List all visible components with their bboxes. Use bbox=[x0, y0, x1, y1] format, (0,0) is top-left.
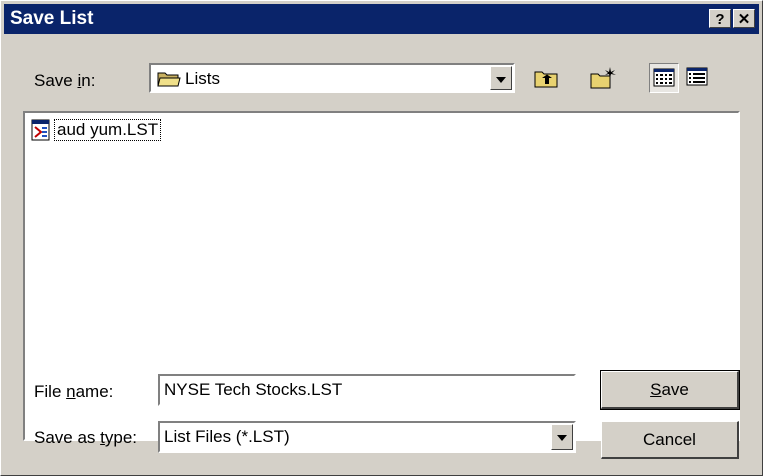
list-file-icon bbox=[31, 119, 50, 141]
file-name-value: NYSE Tech Stocks.LST bbox=[164, 380, 343, 399]
up-one-level-icon bbox=[534, 71, 558, 88]
window-title: Save List bbox=[10, 8, 94, 29]
file-name-input[interactable]: NYSE Tech Stocks.LST bbox=[158, 374, 576, 406]
save-in-label: Save in: bbox=[34, 71, 96, 90]
save-in-value: Lists bbox=[185, 69, 220, 88]
cancel-button[interactable]: Cancel bbox=[601, 421, 739, 459]
save-in-dropdown-arrow[interactable] bbox=[490, 66, 512, 90]
list-view-button[interactable] bbox=[649, 63, 679, 93]
file-name-label: File name: bbox=[34, 382, 114, 401]
title-bar[interactable]: Save List ? ✕ bbox=[4, 4, 759, 34]
up-one-level-button[interactable] bbox=[531, 63, 561, 93]
list-item[interactable]: aud yum.LST bbox=[31, 118, 162, 142]
save-button[interactable]: Save bbox=[600, 370, 740, 410]
file-name: aud yum.LST bbox=[54, 119, 162, 141]
save-in-dropdown[interactable]: Lists bbox=[149, 63, 515, 93]
list-view-icon bbox=[653, 68, 675, 87]
folder-icon bbox=[157, 72, 181, 87]
save-list-dialog: Save List ? ✕ Save in: Lists aud yum.LST… bbox=[0, 0, 763, 476]
new-folder-icon bbox=[590, 67, 616, 89]
details-view-button[interactable] bbox=[683, 63, 713, 93]
new-folder-button[interactable] bbox=[588, 63, 618, 93]
save-as-type-label: Save as type: bbox=[34, 428, 138, 447]
save-as-type-value: List Files (*.LST) bbox=[164, 427, 290, 446]
help-button[interactable]: ? bbox=[709, 9, 731, 28]
save-as-type-dropdown-arrow[interactable] bbox=[551, 424, 573, 450]
details-view-icon bbox=[686, 67, 708, 86]
close-button[interactable]: ✕ bbox=[733, 9, 755, 28]
save-as-type-dropdown[interactable]: List Files (*.LST) bbox=[158, 421, 576, 453]
